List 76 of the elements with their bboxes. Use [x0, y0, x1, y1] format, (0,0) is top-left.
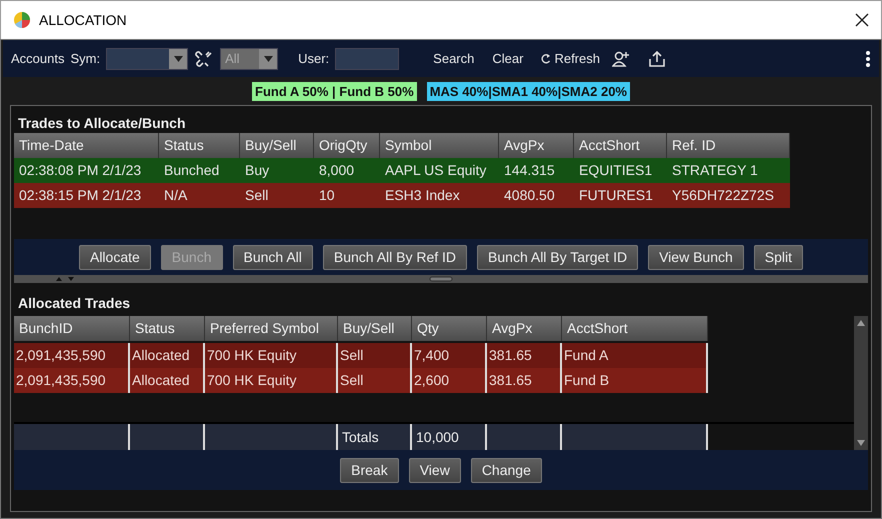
more-menu-icon[interactable]: [865, 50, 871, 68]
column-header[interactable]: Preferred Symbol: [205, 316, 338, 341]
table-cell-text: ESH3 Index: [384, 186, 461, 205]
table-cell-text: EQUITIES1: [578, 161, 654, 180]
column-header[interactable]: Buy/Sell: [240, 133, 314, 158]
action-button[interactable]: Change: [470, 458, 542, 482]
table-cell-text: Sell: [244, 186, 270, 205]
table-cell-text: Y56DH722Z72S: [671, 186, 775, 205]
action-button[interactable]: Allocate: [78, 244, 151, 270]
table-cell: Fund B: [562, 368, 708, 393]
table-row[interactable]: 2,091,435,590 Allocated 700 HK Equity Sell 7,400 381.65 Fund A: [14, 343, 708, 368]
table-cell-text: AAPL US Equity: [384, 161, 488, 180]
column-header[interactable]: AvgPx: [499, 133, 574, 158]
section-title: Trades to Allocate/Bunch: [17, 114, 187, 133]
column-header[interactable]: Status: [159, 133, 240, 158]
column-header[interactable]: AcctShort: [562, 316, 708, 341]
accounts-label[interactable]: Accounts: [11, 51, 64, 66]
toolbar-button[interactable]: Clear: [486, 47, 530, 70]
user-field[interactable]: [335, 48, 400, 70]
refresh-icon: [541, 52, 552, 64]
column-header[interactable]: AvgPx: [487, 316, 562, 341]
column-header[interactable]: AcctShort: [574, 133, 667, 158]
table-cell-text: N/A: [163, 186, 188, 205]
column-header[interactable]: Symbol: [380, 133, 499, 158]
table-cell-text: Buy: [244, 161, 270, 180]
symbol-dropdown[interactable]: [106, 48, 188, 70]
action-button[interactable]: Bunch All: [232, 244, 313, 270]
table-row[interactable]: 2,091,435,590 Allocated 700 HK Equity Sell 2,600 381.65 Fund B: [14, 368, 708, 393]
column-header[interactable]: Qty: [412, 316, 487, 341]
collapse-arrows-icon[interactable]: [54, 276, 76, 282]
column-header[interactable]: Ref. ID: [667, 133, 790, 158]
add-user-icon[interactable]: [612, 50, 630, 68]
broken-link-icon[interactable]: [194, 48, 214, 68]
action-button[interactable]: View Bunch: [648, 244, 744, 270]
table-cell: 700 HK Equity: [205, 368, 338, 393]
column-header[interactable]: Time-Date: [14, 133, 159, 158]
table-cell: 381.65: [487, 368, 562, 393]
table-cell-text: Bunched: [163, 161, 220, 180]
table-cell-text: 02:38:15 PM 2/1/23: [18, 186, 142, 205]
allocation-tag[interactable]: Fund A 50% | Fund B 50%: [252, 82, 417, 100]
user-label: User:: [298, 51, 330, 66]
table-row[interactable]: 02:38:15 PM 2/1/23 N/A Sell 10 ESH3 Index 4080.50 FUTURES1 Y56DH722Z72S: [14, 183, 790, 208]
table-cell: Sell: [338, 368, 412, 393]
allocation-tag[interactable]: MAS 40%|SMA1 40%|SMA2 20%: [426, 82, 630, 100]
column-header[interactable]: Status: [130, 316, 205, 341]
table-cell-text: 4080.50: [503, 186, 556, 205]
scrollbar[interactable]: [854, 316, 868, 450]
table-cell-text: 02:38:08 PM 2/1/23: [18, 161, 142, 180]
column-header[interactable]: Buy/Sell: [338, 316, 412, 341]
table-cell: 2,600: [412, 368, 487, 393]
table-row[interactable]: 02:38:08 PM 2/1/23 Bunched Buy 8,000 AAPL US Equity 144.315 EQUITIES1 STRATEGY 1: [14, 158, 790, 183]
section-title: Allocated Trades: [17, 294, 132, 313]
grip-icon[interactable]: [429, 276, 453, 282]
table-cell-text: 144.315: [503, 161, 556, 180]
action-button[interactable]: View: [408, 458, 461, 482]
action-button[interactable]: Split: [754, 244, 804, 270]
action-button[interactable]: Bunch All By Ref ID: [322, 244, 468, 270]
column-header[interactable]: OrigQty: [314, 133, 380, 158]
refresh-button[interactable]: Refresh: [535, 47, 606, 70]
scroll-down-icon[interactable]: [857, 440, 865, 446]
symbol-label: Sym:: [70, 51, 100, 66]
table-cell-text: FUTURES1: [578, 186, 654, 205]
column-header[interactable]: BunchID: [14, 316, 130, 341]
window-title: ALLOCATION: [39, 12, 128, 28]
action-button[interactable]: Break: [340, 458, 399, 482]
action-button[interactable]: Bunch All By Target ID: [477, 244, 638, 270]
table-cell: Allocated: [130, 368, 205, 393]
table-cell-text: 10: [318, 186, 336, 205]
scroll-up-icon[interactable]: [857, 320, 865, 326]
table-cell: 2,091,435,590: [14, 368, 130, 393]
table-cell-text: STRATEGY 1: [671, 161, 759, 180]
close-icon[interactable]: [855, 13, 869, 27]
share-icon[interactable]: [648, 50, 666, 68]
table-cell-text: 8,000: [318, 161, 356, 180]
app-icon: [13, 11, 31, 29]
toolbar-button[interactable]: Search: [427, 47, 480, 70]
